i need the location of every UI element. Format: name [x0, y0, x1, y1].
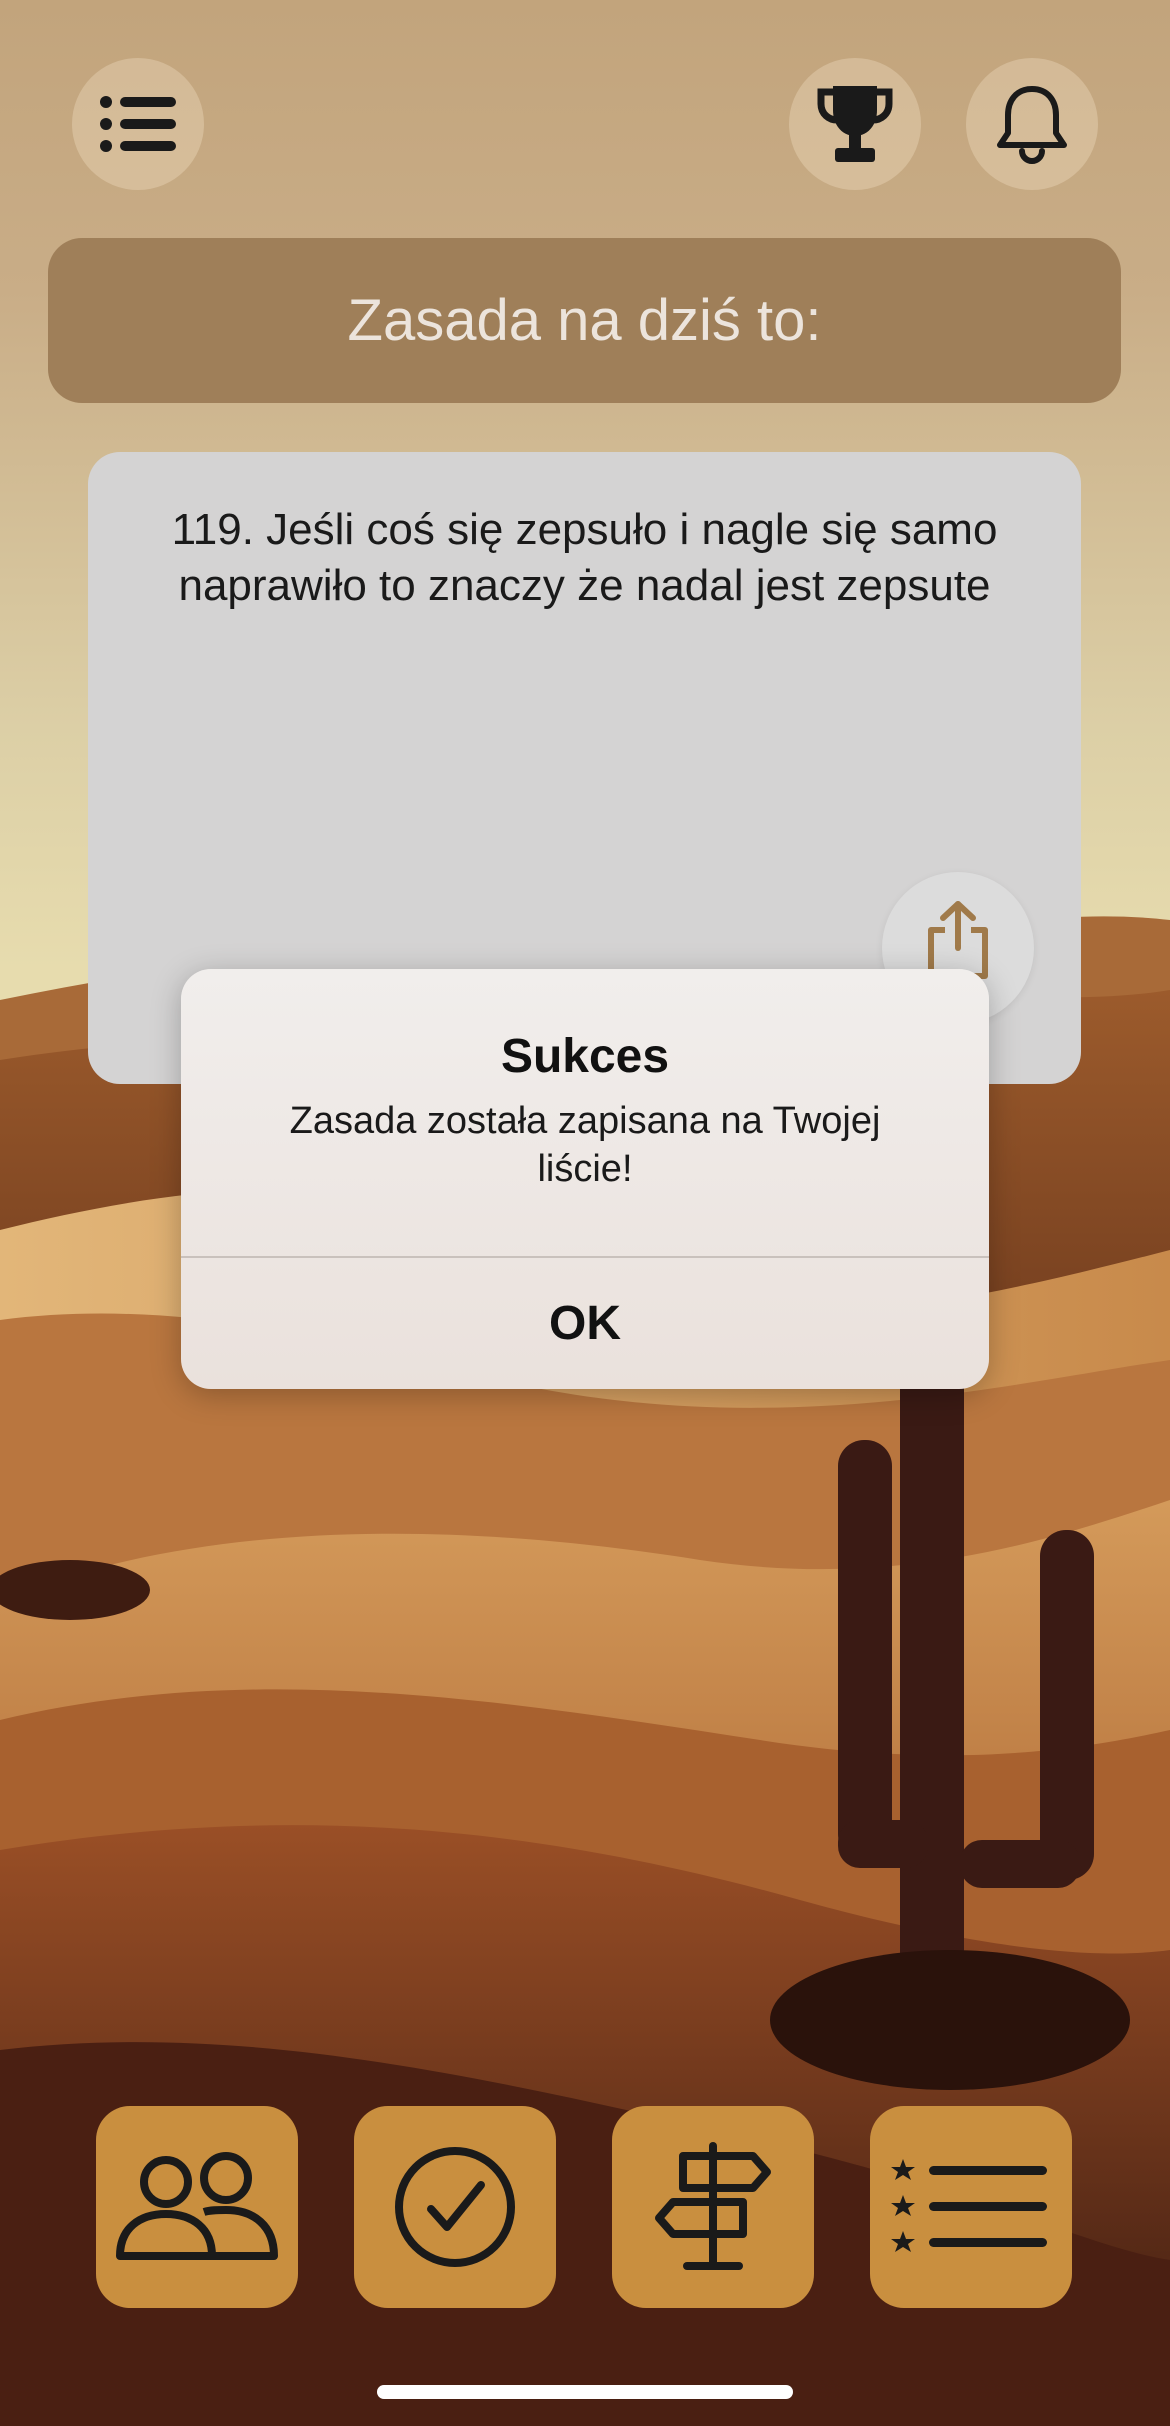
alert-message: Zasada została zapisana na Twojej liście… — [289, 1100, 881, 1190]
alert-title: Sukces — [500, 1030, 670, 1083]
menu-button[interactable] — [72, 58, 204, 190]
achievements-button[interactable] — [789, 58, 921, 190]
share-icon — [928, 901, 988, 979]
bell-icon — [997, 86, 1067, 165]
directions-button[interactable] — [612, 2106, 814, 2308]
people-icon — [116, 2152, 278, 2260]
notifications-button[interactable] — [966, 58, 1098, 190]
rules-list-button[interactable] — [870, 2106, 1072, 2308]
home-indicator[interactable] — [377, 2385, 793, 2399]
friends-button[interactable] — [96, 2106, 298, 2308]
list-icon — [100, 96, 176, 152]
daily-rule-header: Zasada na dziś to: — [48, 238, 1121, 403]
starred-list-icon — [891, 2159, 1047, 2252]
success-alert: Sukces Zasada została zapisana na Twojej… — [181, 969, 989, 1389]
header-title: Zasada na dziś to: — [347, 288, 822, 353]
checkmark-circle-icon — [395, 2147, 515, 2267]
signpost-icon — [655, 2142, 771, 2270]
alert-ok-button[interactable]: OK — [181, 1258, 989, 1389]
rule-text: 119. Jeśli coś się zepsuło i nagle się s… — [171, 505, 998, 610]
completed-button[interactable] — [354, 2106, 556, 2308]
trophy-icon — [817, 86, 893, 162]
